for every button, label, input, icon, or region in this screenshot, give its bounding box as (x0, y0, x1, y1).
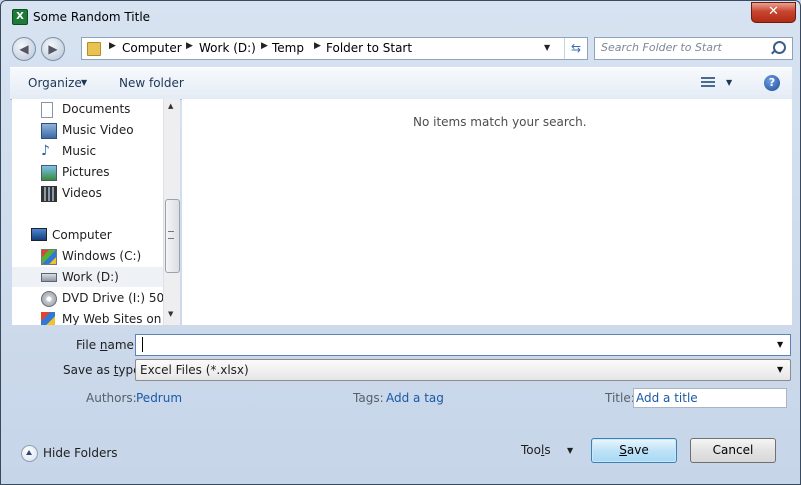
sidebar-item-work-d[interactable]: Work (D:) (12, 267, 164, 287)
close-button[interactable]: ✕ (751, 2, 796, 23)
sidebar-item-documents[interactable]: Documents (12, 99, 167, 119)
sidebar-item-videos[interactable]: Videos (12, 183, 167, 203)
window-title: Some Random Title (33, 10, 151, 24)
sidebar-item-music[interactable]: ♪ Music (12, 141, 167, 161)
label-part: ave (626, 443, 649, 457)
navigation-pane: Documents Music Video ♪ Music Pictures V… (12, 99, 179, 325)
authors-value[interactable]: Pedrum (136, 391, 182, 405)
tools-dropdown-icon[interactable]: ▼ (567, 446, 573, 455)
authors-label: Authors: (86, 391, 137, 405)
save-type-select[interactable]: Excel Files (*.xlsx) ▼ (135, 359, 791, 381)
save-button[interactable]: Save (591, 438, 677, 463)
title-input[interactable]: Add a title (633, 388, 787, 408)
label-part: File (76, 338, 100, 352)
navigation-row: ◀ ▶ ▶ Computer ▶ Work (D:) ▶ Temp ▶ Fold… (1, 35, 800, 63)
hide-folders-label: Hide Folders (43, 446, 118, 460)
organize-dropdown-icon[interactable]: ▼ (81, 78, 87, 87)
file-list[interactable]: No items match your search. (182, 99, 792, 325)
hide-folders-button[interactable]: Hide Folders (21, 444, 121, 464)
label-accelerator: S (619, 443, 627, 457)
title-bar: X Some Random Title ✕ (1, 1, 800, 33)
sidebar-item-computer[interactable]: Computer (12, 225, 167, 245)
search-box[interactable]: Search Folder to Start (594, 37, 793, 60)
sidebar-item-label: Videos (62, 186, 102, 200)
grip-icon (168, 231, 174, 239)
file-name-input[interactable]: ▼ (135, 334, 791, 356)
breadcrumb-separator-icon[interactable]: ▶ (186, 41, 193, 51)
breadcrumb-separator-icon[interactable]: ▶ (314, 41, 321, 51)
label-part: Save as (63, 363, 114, 377)
dvd-drive-icon (41, 291, 57, 307)
search-icon[interactable] (773, 41, 786, 54)
empty-message: No items match your search. (413, 115, 587, 129)
label-accelerator: n (99, 338, 108, 352)
change-view-icon[interactable] (701, 77, 715, 89)
videos-icon (41, 186, 57, 202)
view-dropdown-icon[interactable]: ▼ (726, 78, 732, 87)
help-icon[interactable]: ? (764, 75, 780, 91)
sidebar-item-label: Documents (62, 102, 131, 116)
save-type-label: Save as type: (63, 363, 145, 377)
sidebar-item-dvd-drive[interactable]: DVD Drive (I:) 5000 (12, 288, 179, 308)
tools-button[interactable]: Tools (521, 443, 551, 457)
sidebar-item-music-video[interactable]: Music Video (12, 120, 167, 140)
sidebar-item-pictures[interactable]: Pictures (12, 162, 167, 182)
breadcrumb-temp[interactable]: Temp (272, 41, 304, 55)
label-part: ame: (107, 338, 138, 352)
add-tag-link[interactable]: Add a tag (386, 391, 444, 405)
save-type-value: Excel Files (*.xlsx) (140, 363, 249, 377)
back-button[interactable]: ◀ (12, 37, 36, 61)
new-folder-button[interactable]: New folder (119, 76, 184, 90)
video-library-icon (41, 123, 57, 139)
file-name-dropdown-icon[interactable]: ▼ (777, 340, 783, 349)
cancel-button[interactable]: Cancel (690, 438, 776, 463)
computer-icon (31, 228, 47, 241)
sidebar-item-label: Music (62, 144, 97, 158)
organize-button[interactable]: Organize (28, 76, 82, 90)
hard-drive-icon (41, 273, 57, 282)
pictures-icon (41, 165, 57, 181)
address-dropdown-icon[interactable]: ▼ (544, 43, 550, 52)
breadcrumb-computer[interactable]: Computer (122, 41, 182, 55)
sidebar-item-label: Computer (52, 228, 112, 242)
label-part: s (544, 443, 551, 457)
excel-icon: X (12, 9, 28, 25)
sidebar-item-label: Windows (C:) (62, 249, 142, 263)
save-type-dropdown-icon[interactable]: ▼ (777, 365, 783, 374)
title-label: Title: (605, 391, 635, 405)
refresh-icon[interactable]: ⇆ (564, 38, 587, 59)
sidebar-item-label: Pictures (62, 165, 110, 179)
forward-button[interactable]: ▶ (41, 37, 65, 61)
music-note-icon: ♪ (41, 143, 50, 159)
documents-icon (41, 102, 53, 118)
address-bar[interactable]: ▶ Computer ▶ Work (D:) ▶ Temp ▶ Folder t… (81, 37, 588, 60)
sidebar-item-label: My Web Sites on M (62, 312, 176, 325)
save-dialog: X Some Random Title ✕ ◀ ▶ ▶ Computer ▶ W… (0, 0, 801, 485)
search-placeholder: Search Folder to Start (601, 41, 722, 54)
sidebar-item-label: Music Video (62, 123, 134, 137)
breadcrumb-work-drive[interactable]: Work (D:) (199, 41, 256, 55)
navigation-scrollbar[interactable]: ▲ ▼ (163, 99, 180, 325)
web-sites-icon (41, 312, 55, 325)
label-part: Too (521, 443, 541, 457)
scroll-down-icon[interactable]: ▼ (168, 310, 173, 318)
command-toolbar: Organize ▼ New folder ▼ ? (10, 67, 792, 100)
tags-label: Tags: (353, 391, 384, 405)
breadcrumb-folder-to-start[interactable]: Folder to Start (326, 41, 412, 55)
title-input-value: Add a title (636, 391, 698, 405)
sidebar-item-label: Work (D:) (62, 270, 119, 284)
text-cursor (142, 337, 143, 352)
sidebar-item-windows-c[interactable]: Windows (C:) (12, 246, 167, 266)
file-name-label: File name: (76, 338, 138, 352)
windows-drive-icon (41, 249, 57, 265)
scroll-up-icon[interactable]: ▲ (168, 102, 173, 110)
breadcrumb-separator-icon[interactable]: ▶ (109, 41, 116, 51)
breadcrumb-separator-icon[interactable]: ▶ (261, 41, 268, 51)
sidebar-item-my-web-sites[interactable]: My Web Sites on M (12, 309, 175, 325)
folder-icon (87, 42, 101, 56)
collapse-up-icon (21, 445, 38, 462)
sidebar-item-label: DVD Drive (I:) 5000 (62, 291, 179, 305)
